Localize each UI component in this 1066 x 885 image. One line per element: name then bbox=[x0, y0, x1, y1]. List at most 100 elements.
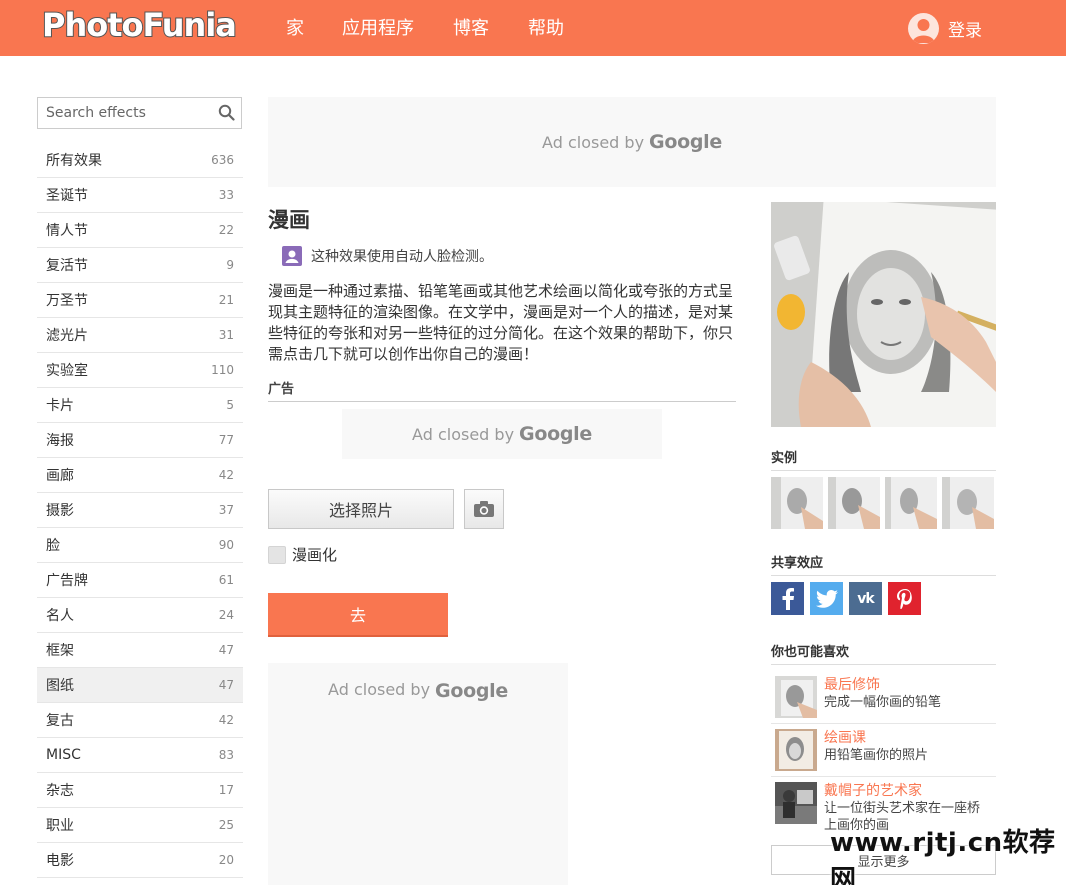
sidebar-category-item[interactable]: 圣诞节 33 bbox=[37, 178, 243, 213]
sidebar-category-item[interactable]: MISC 83 bbox=[37, 738, 243, 773]
sidebar-category-item[interactable]: 杂志 17 bbox=[37, 773, 243, 808]
category-count: 47 bbox=[218, 678, 234, 692]
category-name: 图纸 bbox=[46, 678, 74, 694]
nav-blog[interactable]: 博客 bbox=[453, 14, 489, 40]
sidebar-category-item[interactable]: 复活节 9 bbox=[37, 248, 243, 283]
top-ad-banner: Ad closed by Google bbox=[268, 97, 996, 187]
login-label: 登录 bbox=[948, 20, 982, 41]
sidebar-category-item[interactable]: 卡片 5 bbox=[37, 388, 243, 423]
category-name: MISC bbox=[46, 747, 81, 763]
checkbox-box[interactable] bbox=[268, 545, 286, 564]
category-name: 职业 bbox=[46, 818, 74, 834]
search-icon[interactable] bbox=[218, 104, 235, 125]
category-name: 所有效果 bbox=[46, 153, 102, 169]
example-thumbnail[interactable] bbox=[771, 477, 823, 529]
sidebar-category-item[interactable]: 电影 20 bbox=[37, 843, 243, 878]
vk-icon[interactable]: vk bbox=[849, 582, 882, 615]
category-count: 77 bbox=[218, 433, 234, 447]
category-count: 90 bbox=[218, 538, 234, 552]
share-heading: 共享效应 bbox=[771, 552, 996, 576]
search-input[interactable] bbox=[38, 98, 208, 128]
sidebar-category-item[interactable]: 海报 77 bbox=[37, 423, 243, 458]
category-count: 61 bbox=[218, 573, 234, 587]
related-item[interactable]: 最后修饰 完成一幅你画的铅笔 bbox=[771, 671, 996, 724]
sidebar-category-item[interactable]: 滤光片 31 bbox=[37, 318, 243, 353]
go-button[interactable]: 去 bbox=[268, 593, 448, 637]
page-title: 漫画 bbox=[268, 208, 310, 232]
category-name: 滤光片 bbox=[46, 328, 88, 344]
site-watermark: www.rjtj.cn软荐网 bbox=[830, 828, 1056, 885]
sidebar-category-item[interactable]: 脸 90 bbox=[37, 528, 243, 563]
category-count: 37 bbox=[218, 503, 234, 517]
category-count: 24 bbox=[218, 608, 234, 622]
category-name: 万圣节 bbox=[46, 293, 88, 309]
face-detection-icon bbox=[282, 246, 302, 266]
related-thumbnail bbox=[775, 729, 817, 771]
twitter-icon[interactable] bbox=[810, 582, 843, 615]
category-name: 情人节 bbox=[46, 223, 88, 239]
category-count: 21 bbox=[218, 293, 234, 307]
sidebar-category-item[interactable]: 职业 25 bbox=[37, 808, 243, 843]
category-name: 杂志 bbox=[46, 783, 74, 799]
sidebar-category-item[interactable]: 广告牌 61 bbox=[37, 563, 243, 598]
camera-icon bbox=[474, 501, 494, 517]
example-thumbnail[interactable] bbox=[942, 477, 994, 529]
category-name: 画廊 bbox=[46, 468, 74, 484]
checkbox-label: 漫画化 bbox=[292, 546, 338, 564]
category-name: 摄影 bbox=[46, 503, 74, 519]
pinterest-icon[interactable] bbox=[888, 582, 921, 615]
example-thumbnail[interactable] bbox=[885, 477, 937, 529]
examples-heading: 实例 bbox=[771, 447, 996, 471]
camera-button[interactable] bbox=[464, 489, 504, 529]
face-detection-notice: 这种效果使用自动人脸检测。 bbox=[282, 246, 493, 266]
sidebar-category-item[interactable]: 所有效果 636 bbox=[37, 143, 243, 178]
category-name: 海报 bbox=[46, 433, 74, 449]
sidebar-category-item[interactable]: 复古 42 bbox=[37, 703, 243, 738]
sidebar-category-item[interactable]: 框架 47 bbox=[37, 633, 243, 668]
category-count: 25 bbox=[218, 818, 234, 832]
category-count: 31 bbox=[218, 328, 234, 342]
category-count: 33 bbox=[218, 188, 234, 202]
category-count: 110 bbox=[211, 363, 234, 377]
category-name: 广告牌 bbox=[46, 573, 88, 589]
top-navigation-bar: PhotoFunia 家 应用程序 博客 帮助 登录 bbox=[0, 0, 1066, 56]
sidebar-category-item[interactable]: 情人节 22 bbox=[37, 213, 243, 248]
sidebar-category-item[interactable]: 画廊 42 bbox=[37, 458, 243, 493]
category-count: 9 bbox=[226, 258, 234, 272]
login-link[interactable]: 登录 bbox=[908, 12, 982, 44]
choose-photo-button[interactable]: 选择照片 bbox=[268, 489, 454, 529]
nav-apps[interactable]: 应用程序 bbox=[342, 14, 414, 40]
caricaturize-checkbox[interactable]: 漫画化 bbox=[268, 544, 337, 565]
category-count: 22 bbox=[218, 223, 234, 237]
effect-preview-image[interactable] bbox=[771, 202, 996, 427]
example-thumbnail[interactable] bbox=[828, 477, 880, 529]
category-count: 83 bbox=[218, 748, 234, 762]
ad-section-label: 广告 bbox=[268, 378, 736, 402]
related-thumbnail bbox=[775, 676, 817, 718]
photofunia-logo[interactable]: PhotoFunia bbox=[41, 5, 238, 45]
category-list: 所有效果 636 圣诞节 33 情人节 22 复活节 9 万圣节 21 滤光片 31 实验室 110 卡片 5… bbox=[37, 143, 243, 878]
category-name: 复活节 bbox=[46, 258, 88, 274]
google-logo: Google bbox=[649, 131, 722, 153]
sidebar-category-item[interactable]: 摄影 37 bbox=[37, 493, 243, 528]
sidebar-category-item[interactable]: 实验室 110 bbox=[37, 353, 243, 388]
google-logo: Google bbox=[519, 423, 592, 445]
category-count: 17 bbox=[218, 783, 234, 797]
category-name: 脸 bbox=[46, 538, 60, 554]
category-name: 电影 bbox=[46, 853, 74, 869]
sidebar-category-item[interactable]: 名人 24 bbox=[37, 598, 243, 633]
facebook-icon[interactable] bbox=[771, 582, 804, 615]
related-thumbnail bbox=[775, 782, 817, 824]
middle-ad-banner: Ad closed by Google bbox=[342, 409, 662, 459]
category-count: 42 bbox=[218, 713, 234, 727]
related-item[interactable]: 绘画课 用铅笔画你的照片 bbox=[771, 724, 996, 777]
nav-home[interactable]: 家 bbox=[286, 14, 304, 40]
nav-help[interactable]: 帮助 bbox=[528, 14, 564, 40]
category-count: 5 bbox=[226, 398, 234, 412]
sidebar-category-item[interactable]: 图纸 47 bbox=[37, 668, 243, 703]
user-avatar-icon bbox=[908, 12, 939, 44]
category-count: 42 bbox=[218, 468, 234, 482]
sidebar-category-item[interactable]: 万圣节 21 bbox=[37, 283, 243, 318]
example-thumbnails bbox=[771, 477, 994, 529]
category-count: 636 bbox=[211, 153, 234, 167]
